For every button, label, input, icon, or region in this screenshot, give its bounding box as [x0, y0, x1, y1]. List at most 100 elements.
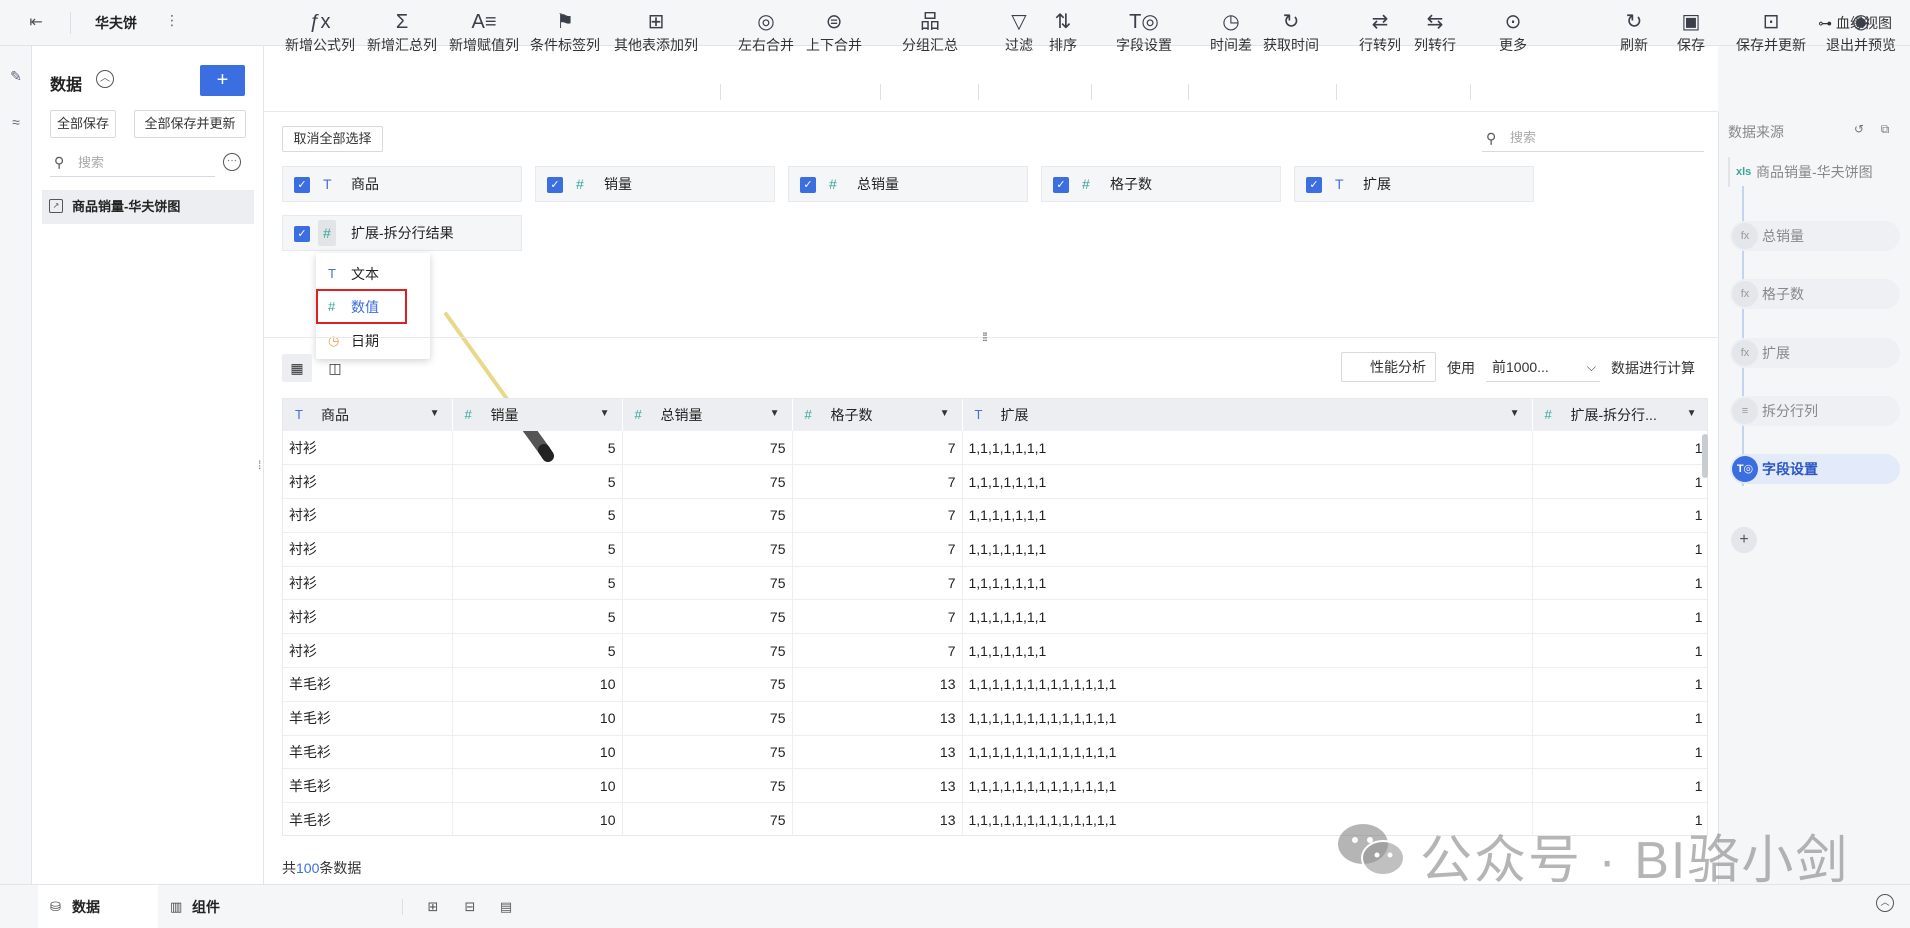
save-all-update-button[interactable]: 全部保存并更新 [134, 110, 246, 138]
tool-col-to-row-button[interactable]: ⇆ 列转行 [1411, 8, 1459, 60]
sort-caret-icon[interactable]: ▼ [1687, 408, 1697, 419]
tool-clock-button[interactable]: ◷ 时间差 [1207, 8, 1255, 60]
checkbox-checked-icon[interactable]: ✓ [1306, 177, 1322, 193]
table-scrollbar[interactable] [1702, 434, 1708, 478]
split-view-icon[interactable]: ◫ [320, 354, 350, 382]
field-type-icon[interactable]: # [318, 220, 336, 246]
sort-caret-icon[interactable]: ▼ [770, 408, 780, 419]
transform-step[interactable]: fx 格子数 [1730, 279, 1900, 309]
field-chip[interactable]: ✓ T 扩展 [1294, 166, 1534, 202]
tool-more-button[interactable]: ⊙ 更多 [1493, 8, 1533, 60]
tool-group-button[interactable]: 品分组汇总 [898, 8, 962, 60]
table-cell: 75 [622, 633, 793, 669]
tool-label: 其他表添加列 [614, 37, 698, 53]
transform-step[interactable]: fx 扩展 [1730, 338, 1900, 368]
table-cell: 5 [452, 599, 623, 635]
flow-icon[interactable]: ≈ [6, 114, 26, 134]
add-chart-icon[interactable]: ⊞ [423, 897, 443, 917]
collapse-icon[interactable]: ︿ [96, 70, 114, 88]
dataset-edit-icon[interactable]: ✎ [6, 68, 26, 88]
column-header[interactable]: T 商品 ▼ [283, 399, 453, 431]
cancel-all-button[interactable]: 取消全部选择 [282, 126, 383, 152]
field-chip[interactable]: ✓ # 销量 [535, 166, 775, 202]
checkbox-checked-icon[interactable]: ✓ [294, 226, 310, 242]
tool-merge-horizontal-button[interactable]: ◎ 左右合并 [735, 8, 797, 60]
more-options-icon[interactable]: ··· [223, 153, 241, 171]
column-header[interactable]: # 格子数 ▼ [792, 399, 963, 431]
field-chip[interactable]: ✓ # 总销量 [788, 166, 1028, 202]
text-type-icon: T [328, 266, 336, 281]
field-chip[interactable]: ✓ # 扩展-拆分行结果 [282, 215, 522, 251]
checkbox-checked-icon[interactable]: ✓ [547, 177, 563, 193]
tab-component[interactable]: ▥ 组件 [158, 885, 258, 928]
data-source-item[interactable]: xls 商品销量-华夫饼图 [1728, 157, 1898, 187]
tab-data[interactable]: ⛁ 数据 [38, 885, 158, 928]
row-limit-select[interactable]: 前1000... ⌵ [1486, 352, 1600, 382]
field-type-icon: T [295, 407, 303, 422]
tool-refresh-button[interactable]: ↻ 刷新 [1614, 8, 1654, 60]
tool-fx-button[interactable]: ƒx 新增公式列 [282, 8, 358, 60]
table-cell: 5 [452, 431, 623, 466]
sort-caret-icon[interactable]: ▼ [600, 408, 610, 419]
tool-save-button[interactable]: ▣ 保存 [1671, 8, 1711, 60]
add-report-icon[interactable]: ▤ [496, 897, 516, 917]
menu-item-date[interactable]: ◷ 日期 [316, 325, 430, 357]
field-type-icon[interactable]: T [1335, 167, 1344, 201]
field-type-icon[interactable]: T [323, 167, 332, 201]
exit-icon[interactable]: ⇤ [24, 12, 48, 34]
sort-caret-icon[interactable]: ▼ [940, 408, 950, 419]
field-type-icon[interactable]: # [1082, 167, 1090, 201]
save-update-icon: ⊡ [1762, 11, 1780, 33]
field-name: 扩展-拆分行结果 [351, 225, 454, 241]
column-header[interactable]: # 销量 ▼ [452, 399, 623, 431]
performance-analysis-button[interactable]: 性能分析 [1341, 352, 1436, 382]
tool-add-column-button[interactable]: ⊞ 其他表添加列 [611, 8, 701, 60]
sort-caret-icon[interactable]: ▼ [430, 408, 440, 419]
field-search-input[interactable]: 搜索 [1482, 124, 1704, 152]
tool-merge-vertical-button[interactable]: ⊜ 上下合并 [803, 8, 865, 60]
column-header[interactable]: # 扩展-拆分行... ▼ [1532, 399, 1707, 431]
tool-sigma-button[interactable]: Σ 新增汇总列 [362, 8, 442, 60]
tool-preview-button[interactable]: ◉ 退出并预览 [1822, 8, 1900, 60]
field-chip[interactable]: ✓ # 格子数 [1041, 166, 1281, 202]
transform-step[interactable]: T◎ 字段设置 [1730, 454, 1900, 484]
tool-flag-button[interactable]: ⚑ 条件标签列 [527, 8, 603, 60]
transform-step[interactable]: fx 总销量 [1730, 221, 1900, 251]
panel-splitter[interactable] [264, 337, 1718, 338]
tool-assign-button[interactable]: A≡ 新增赋值列 [446, 8, 522, 60]
checkbox-checked-icon[interactable]: ✓ [800, 177, 816, 193]
field-type-icon[interactable]: # [576, 167, 584, 201]
toolbar-divider [1091, 84, 1092, 100]
field-chip[interactable]: ✓ T 商品 [282, 166, 522, 202]
grid-view-icon[interactable]: ▦ [282, 354, 312, 382]
table-cell: 1 [1532, 735, 1707, 770]
sort-caret-icon[interactable]: ▼ [1510, 408, 1520, 419]
expand-panel-icon[interactable]: ⧉ [1876, 122, 1894, 140]
kebab-menu-icon[interactable]: ⋮ [165, 12, 179, 29]
tab-data-label: 数据 [72, 899, 100, 915]
tool-filter-button[interactable]: ▽ 过滤 [999, 8, 1039, 60]
add-data-button[interactable]: + [200, 65, 245, 96]
history-icon[interactable]: ↺ [1850, 122, 1868, 140]
menu-item-text[interactable]: T 文本 [316, 258, 430, 290]
save-all-button[interactable]: 全部保存 [50, 110, 116, 138]
data-search-input[interactable]: 搜索 [50, 149, 215, 177]
checkbox-checked-icon[interactable]: ✓ [1053, 177, 1069, 193]
column-header[interactable]: T 扩展 ▼ [962, 399, 1533, 431]
drag-handle-icon[interactable]: ⁞⁞⁞ [982, 330, 988, 344]
step-label: 总销量 [1762, 228, 1804, 244]
add-step-button[interactable]: + [1731, 527, 1757, 553]
expand-bottom-icon[interactable]: ︿ [1876, 894, 1894, 912]
tool-sort-button[interactable]: ⇅ 排序 [1043, 8, 1083, 60]
add-dashboard-icon[interactable]: ⊟ [460, 897, 480, 917]
column-header[interactable]: # 总销量 ▼ [622, 399, 793, 431]
tool-field-settings-button[interactable]: T◎ 字段设置 [1112, 8, 1176, 60]
data-list-item[interactable]: 商品销量-华夫饼图 [42, 190, 254, 224]
checkbox-checked-icon[interactable]: ✓ [294, 177, 310, 193]
tool-save-update-button[interactable]: ⊡ 保存并更新 [1732, 8, 1810, 60]
tool-clock-refresh-button[interactable]: ↻ 获取时间 [1260, 8, 1322, 60]
side-drag-handle-icon[interactable]: ⁞ [258, 458, 261, 472]
tool-row-to-col-button[interactable]: ⇄ 行转列 [1356, 8, 1404, 60]
field-type-icon[interactable]: # [829, 167, 837, 201]
transform-step[interactable]: ≡ 拆分行列 [1730, 396, 1900, 426]
